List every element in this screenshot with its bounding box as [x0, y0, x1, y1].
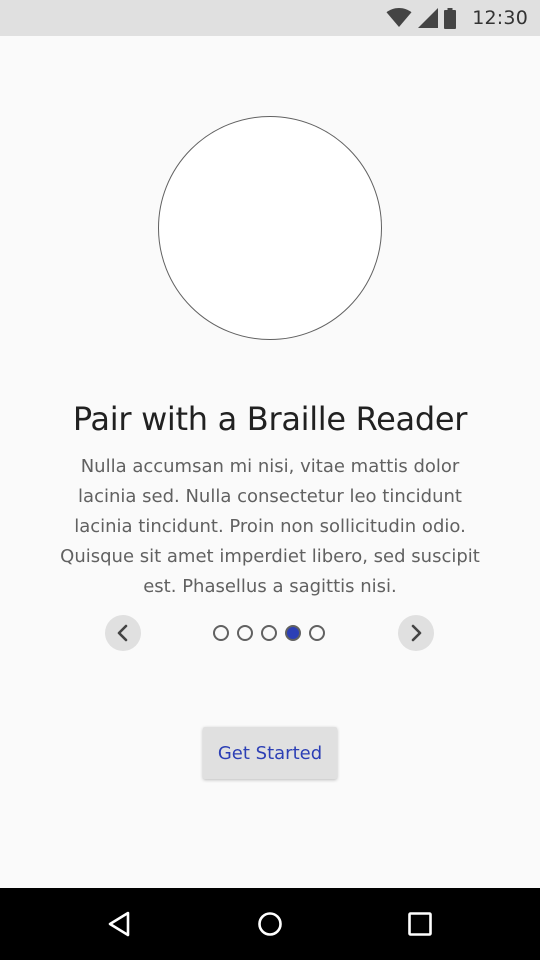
- chevron-right-icon: [409, 624, 423, 642]
- system-nav-bar: [0, 888, 540, 960]
- previous-page-button[interactable]: [105, 615, 141, 651]
- page-dot-1[interactable]: [213, 625, 229, 641]
- wifi-icon: [386, 8, 412, 28]
- page-dot-3[interactable]: [261, 625, 277, 641]
- onboarding-description: Nulla accumsan mi nisi, vitae mattis dol…: [60, 456, 480, 597]
- back-icon: [107, 910, 133, 938]
- back-button[interactable]: [80, 888, 160, 960]
- page-indicator: [213, 625, 325, 641]
- next-page-button[interactable]: [398, 615, 434, 651]
- page-dot-2[interactable]: [237, 625, 253, 641]
- page-dot-4-current[interactable]: [285, 625, 301, 641]
- cell-signal-icon: [418, 8, 439, 28]
- status-time: 12:30: [472, 7, 528, 29]
- battery-icon: [444, 7, 457, 29]
- onboarding-title: Pair with a Braille Reader: [72, 400, 468, 438]
- chevron-left-icon: [116, 624, 130, 642]
- status-bar: 12:30: [0, 0, 540, 36]
- status-icons: 12:30: [386, 0, 528, 36]
- home-button[interactable]: [230, 888, 310, 960]
- page-dot-5[interactable]: [309, 625, 325, 641]
- onboarding-illustration: [158, 116, 382, 340]
- home-icon: [257, 911, 283, 937]
- recents-icon: [407, 911, 433, 937]
- recents-button[interactable]: [380, 888, 460, 960]
- get-started-button[interactable]: Get Started: [203, 727, 337, 779]
